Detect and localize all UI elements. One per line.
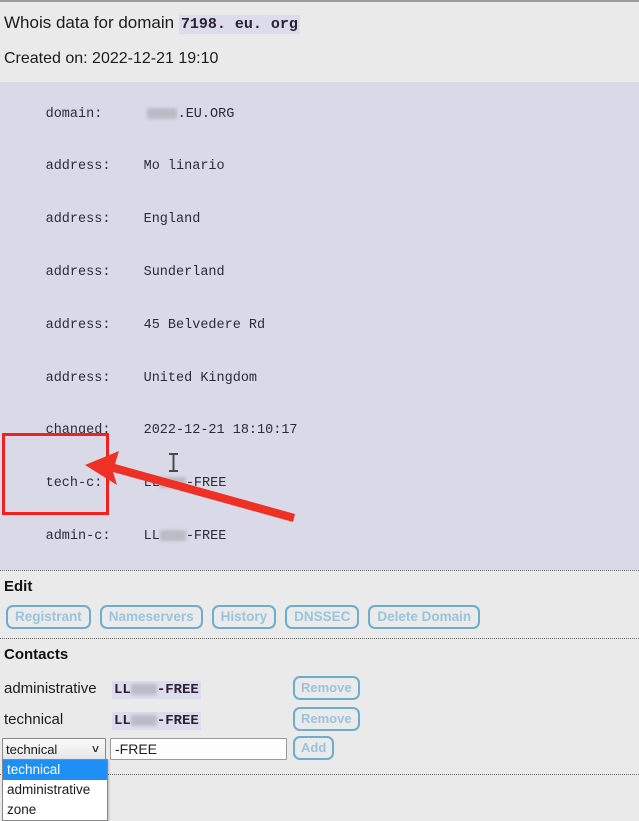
whois-key: address:	[45, 317, 111, 333]
contacts-list: administrative LL -FREE Remove technical LL…	[0, 665, 639, 821]
whois-key: domain:	[45, 106, 103, 122]
dnssec-button[interactable]: DNSSEC	[285, 605, 360, 630]
contacts-section-heading: Contacts	[4, 646, 69, 664]
contact-id-prefix: LL	[114, 712, 131, 729]
contact-row: technical LL -FREE Remove	[0, 704, 639, 735]
contact-type-dropdown-options[interactable]: technical administrative zone	[2, 759, 108, 821]
redacted-block-icon	[159, 477, 186, 489]
whois-row: address: 45 Belvedere Rd	[0, 299, 639, 352]
whois-key: changed:	[45, 423, 111, 439]
whois-value-prefix: LL	[143, 528, 160, 544]
contact-id-prefix: LL	[114, 681, 131, 698]
whois-data-block: domain: .EU.ORG address: Mo linario addres…	[0, 82, 639, 571]
whois-value: -FREE	[185, 528, 227, 544]
whois-row: address: United Kingdom	[0, 352, 639, 405]
remove-contact-button[interactable]: Remove	[293, 706, 360, 731]
whois-value: United Kingdom	[143, 370, 258, 386]
contact-id-input[interactable]	[110, 738, 287, 761]
whois-key: address:	[45, 159, 111, 175]
add-contact-form: technical ˅ Add technical administrative…	[0, 736, 639, 821]
whois-value: 2022-12-21 18:10:17	[143, 423, 298, 439]
whois-key: address:	[45, 370, 111, 386]
whois-value: -FREE	[185, 476, 227, 492]
add-contact-button[interactable]: Add	[293, 736, 335, 761]
registrant-button[interactable]: Registrant	[6, 605, 91, 630]
whois-value: .EU.ORG	[177, 106, 235, 122]
page-title-prefix: Whois data for domain	[4, 13, 175, 32]
contact-id-suffix: -FREE	[156, 712, 199, 729]
contact-type-select-value: technical	[6, 741, 58, 757]
dropdown-option-zone[interactable]: zone	[3, 800, 107, 820]
dropdown-option-technical[interactable]: technical	[3, 760, 107, 781]
contact-id: LL -FREE	[112, 711, 201, 730]
whois-row: tech-c: LL -FREE	[0, 457, 639, 510]
whois-row: admin-c: LL -FREE	[0, 510, 639, 563]
whois-value: 45 Belvedere Rd	[143, 317, 266, 333]
redacted-block-icon	[130, 714, 157, 726]
whois-row: changed: 2022-12-21 18:10:17	[0, 405, 639, 458]
whois-key: admin-c:	[45, 528, 111, 544]
whois-key: address:	[45, 212, 111, 228]
redacted-block-icon	[130, 683, 157, 695]
domain-name: 7198. eu. org	[178, 15, 300, 34]
whois-value: Sunderland	[143, 264, 225, 280]
edit-section-heading: Edit	[4, 578, 33, 596]
redacted-block-icon	[159, 529, 186, 541]
whois-row: address: Sunderland	[0, 246, 639, 299]
edit-actions: Registrant Nameservers History DNSSEC De…	[0, 597, 639, 638]
contact-row: administrative LL -FREE Remove	[0, 673, 639, 704]
whois-row: address: Mo linario	[0, 141, 639, 194]
whois-row: address: England	[0, 194, 639, 247]
contact-type-label: technical	[4, 710, 64, 728]
page-title: Whois data for domain 7198. eu. org	[0, 2, 639, 36]
whois-value: Mo linario	[143, 159, 225, 175]
history-button[interactable]: History	[211, 605, 277, 630]
nameservers-button[interactable]: Nameservers	[99, 605, 203, 630]
chevron-down-icon: ˅	[91, 742, 99, 757]
created-on-line: Created on: 2022-12-21 19:10	[4, 50, 219, 67]
delete-domain-button[interactable]: Delete Domain	[368, 605, 481, 630]
whois-row: domain: .EU.ORG	[0, 88, 639, 141]
contact-id-suffix: -FREE	[156, 681, 199, 698]
whois-value: England	[143, 212, 201, 228]
whois-value-prefix: LL	[143, 476, 160, 492]
whois-key: address:	[45, 264, 111, 280]
whois-key: tech-c:	[45, 476, 103, 492]
dropdown-option-administrative[interactable]: administrative	[3, 780, 107, 800]
remove-contact-button[interactable]: Remove	[293, 675, 360, 700]
whois-page: Whois data for domain 7198. eu. org Crea…	[0, 2, 639, 821]
contact-type-label: administrative	[4, 679, 97, 697]
redacted-block-icon	[146, 107, 177, 119]
contact-type-select[interactable]: technical ˅	[2, 738, 106, 761]
contact-id: LL -FREE	[112, 680, 201, 699]
